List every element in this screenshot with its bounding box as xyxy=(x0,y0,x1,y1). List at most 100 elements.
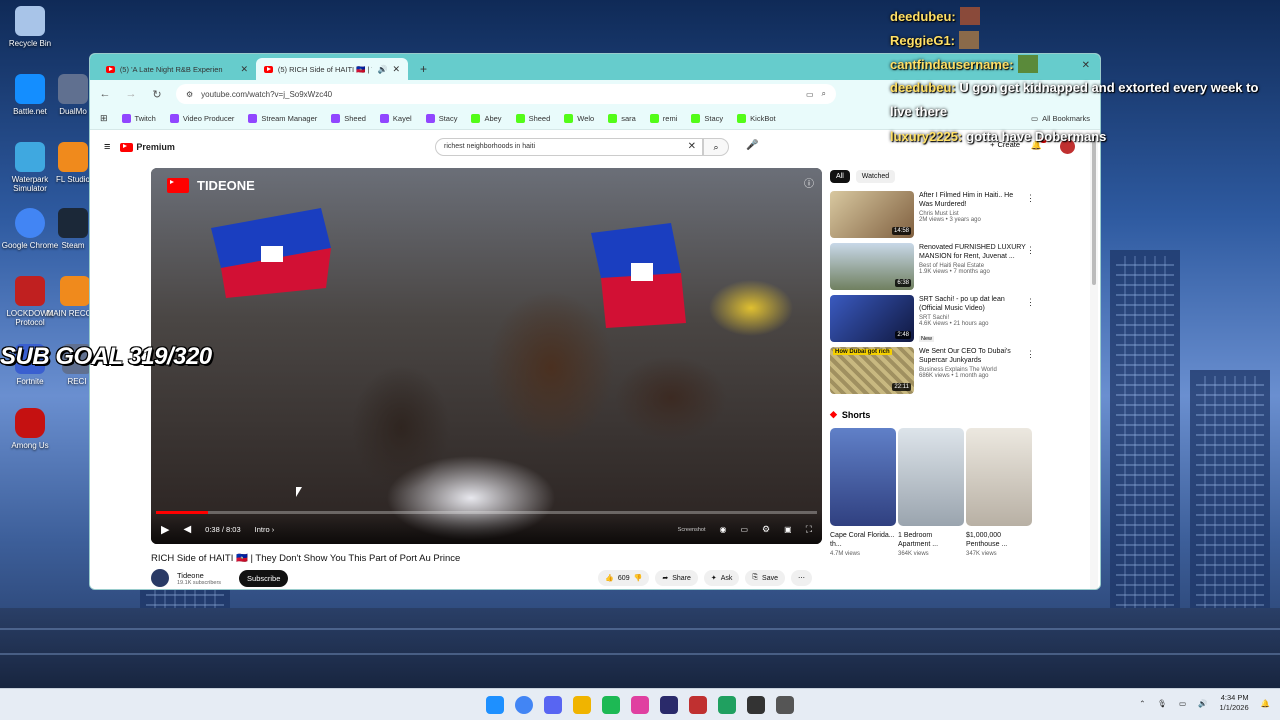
taskbar-app-icon[interactable] xyxy=(776,695,794,714)
ask-button[interactable]: ✦ Ask xyxy=(703,570,740,586)
sparkle-icon: ✦ xyxy=(710,575,717,582)
more-options-icon[interactable]: ⋮ xyxy=(1026,349,1035,360)
microphone-icon[interactable]: 🎤 xyxy=(746,140,758,151)
more-actions-button[interactable]: ⋯ xyxy=(791,570,812,586)
bookmark-item[interactable]: Stacy xyxy=(691,114,723,123)
clear-search-icon[interactable]: ✕ xyxy=(688,141,696,152)
kick-icon xyxy=(515,114,525,123)
video-player[interactable]: TIDEONE ⓘ ▶ ◀ 0:38 / 8:03 Intro › Screen… xyxy=(151,168,822,544)
new-tab-button[interactable]: + xyxy=(412,58,435,80)
search-input[interactable]: richest neighborhoods in haiti ✕ xyxy=(435,138,703,156)
bookmark-item[interactable]: sara xyxy=(608,114,636,123)
taskbar-app-icon[interactable] xyxy=(718,695,736,714)
hamburger-menu-icon[interactable]: ≡ xyxy=(104,141,110,153)
chevron-up-icon[interactable]: ⌃ xyxy=(1139,699,1145,708)
chapter-button[interactable]: Intro › xyxy=(255,525,275,534)
taskbar-app-icon[interactable] xyxy=(573,695,591,714)
bookmark-item[interactable]: Stream Manager xyxy=(248,114,317,123)
zoom-icon[interactable]: ⌕ xyxy=(822,89,826,99)
search-button[interactable]: ⌕ xyxy=(703,138,729,156)
settings-gear-icon[interactable]: ⚙ xyxy=(762,524,770,535)
video-meta-row: Tideone 19.1K subscribers Subscribe 👍 609… xyxy=(151,567,812,589)
scrollbar-thumb[interactable] xyxy=(1092,135,1096,285)
bookmark-item[interactable]: KickBot xyxy=(737,114,776,123)
video-thumbnail: 2:48 xyxy=(830,295,914,342)
dualmo-icon xyxy=(58,74,88,104)
bookmark-item[interactable]: Sheed xyxy=(331,114,366,123)
tab-rich-side-of-haiti[interactable]: (5) RICH Side of HAITI 🇭🇹 | T 🔊 ✕ xyxy=(256,58,408,80)
share-button[interactable]: ➦ Share xyxy=(655,570,698,586)
start-button[interactable] xyxy=(486,695,504,714)
more-options-icon[interactable]: ⋮ xyxy=(1026,297,1035,308)
network-icon[interactable]: ▭ xyxy=(1179,699,1186,708)
channel-avatar[interactable] xyxy=(151,569,169,587)
play-icon[interactable]: ▶ xyxy=(161,523,169,536)
chat-message: ReggieG1: xyxy=(890,28,1278,52)
info-icon[interactable]: ⓘ xyxy=(804,175,814,190)
chip-watched[interactable]: Watched xyxy=(855,170,896,183)
apps-grid-icon[interactable]: ⊞ xyxy=(100,113,108,124)
taskbar-app-icon[interactable] xyxy=(631,695,649,714)
desktop-icon-among-us[interactable]: Among Us xyxy=(0,408,60,450)
channel-name[interactable]: Tideone xyxy=(177,571,221,580)
chrome-icon xyxy=(15,208,45,238)
taskbar-app-icon[interactable] xyxy=(544,695,562,714)
more-options-icon[interactable]: ⋮ xyxy=(1026,193,1035,204)
save-button[interactable]: ⎘ Save xyxy=(745,570,785,586)
close-tab-icon[interactable]: ✕ xyxy=(392,64,400,75)
desktop-icon-recycle-bin[interactable]: Recycle Bin xyxy=(0,6,60,48)
youtube-page: ≡ Premium richest neighborhoods in haiti… xyxy=(90,133,1100,589)
bookmark-item[interactable]: Sheed xyxy=(515,114,550,123)
taskbar-app-icon[interactable] xyxy=(747,695,765,714)
bookmark-item[interactable]: Abey xyxy=(471,114,502,123)
recommended-video[interactable]: 14:58 After I Filmed Him in Haiti.. He W… xyxy=(830,191,1035,243)
recommended-video[interactable]: 6:38 Renovated FURNISHED LUXURY MANSION … xyxy=(830,243,1035,295)
short-item[interactable]: 1 Bedroom Apartment ... 364K views xyxy=(898,428,964,557)
like-button[interactable]: 👍 609 👎 xyxy=(598,570,650,586)
page-scrollbar[interactable] xyxy=(1090,133,1098,589)
forward-arrow-icon[interactable]: → xyxy=(124,88,138,100)
chip-all[interactable]: All xyxy=(830,170,850,183)
recommended-video[interactable]: 2:48 SRT Sachi! - po up dat lean (Offici… xyxy=(830,295,1035,347)
screenshot-label[interactable]: Screenshot xyxy=(678,527,706,533)
tab-late-night-rnb[interactable]: (5) 'A Late Night R&B Experien ✕ xyxy=(98,58,256,80)
volume-icon[interactable]: 🔊 xyxy=(1198,699,1207,708)
bookmark-item[interactable]: Twitch xyxy=(121,114,156,123)
cast-icon[interactable]: ▭ xyxy=(806,90,814,99)
subscriber-count: 19.1K subscribers xyxy=(177,579,222,586)
bookmark-item[interactable]: Kayel xyxy=(379,114,412,123)
site-info-icon[interactable]: ⚙ xyxy=(186,90,193,99)
bookmark-item[interactable]: Video Producer xyxy=(169,114,234,123)
autoplay-toggle[interactable]: ◉ xyxy=(720,525,727,534)
microphone-icon[interactable]: 🎙 xyxy=(1157,699,1167,708)
recycle-bin-icon xyxy=(15,6,45,36)
progress-bar[interactable] xyxy=(156,511,817,514)
fullscreen-icon[interactable]: ⛶ xyxy=(806,524,812,535)
subscribe-button[interactable]: Subscribe xyxy=(239,569,289,587)
bookmark-item[interactable]: Welo xyxy=(564,114,594,123)
clock[interactable]: 4:34 PM 1/1/2026 xyxy=(1219,693,1248,713)
short-item[interactable]: $1,000,000 Penthouse ... 347K views xyxy=(966,428,1032,557)
bookmark-item[interactable]: remi xyxy=(649,114,677,123)
taskbar-app-icon[interactable] xyxy=(660,695,678,714)
taskbar-app-icon[interactable] xyxy=(515,695,533,714)
emote-icon xyxy=(1017,55,1038,73)
youtube-logo[interactable]: Premium xyxy=(120,142,175,152)
short-item[interactable]: Cape Coral Florida... th... 4.7M views xyxy=(830,428,896,557)
notification-bell-icon[interactable]: 🔔 xyxy=(1261,699,1270,708)
more-options-icon[interactable]: ⋮ xyxy=(1026,245,1035,256)
bookmark-item[interactable]: Stacy xyxy=(425,114,457,123)
back-arrow-icon[interactable]: ← xyxy=(98,88,112,100)
recommended-video[interactable]: How Dubai got rich 22:11 We Sent Our CEO… xyxy=(830,347,1035,399)
taskbar-app-icon[interactable] xyxy=(689,695,707,714)
volume-icon[interactable]: ◀ xyxy=(183,524,191,535)
miniplayer-icon[interactable]: ▣ xyxy=(784,525,792,534)
speaker-icon[interactable]: 🔊 xyxy=(377,65,387,74)
taskbar-app-icon[interactable] xyxy=(602,695,620,714)
captions-icon[interactable]: ▭ xyxy=(740,525,748,534)
player-controls: ▶ ◀ 0:38 / 8:03 Intro › Screenshot ◉ ▭ ⚙… xyxy=(151,510,822,544)
reload-icon[interactable]: ↻ xyxy=(150,88,164,101)
address-bar[interactable]: ⚙ youtube.com/watch?v=j_So9xWzc40 ▭ ⌕ xyxy=(176,84,836,104)
thumbs-down-icon[interactable]: 👎 xyxy=(634,574,643,582)
close-tab-icon[interactable]: ✕ xyxy=(240,64,248,75)
